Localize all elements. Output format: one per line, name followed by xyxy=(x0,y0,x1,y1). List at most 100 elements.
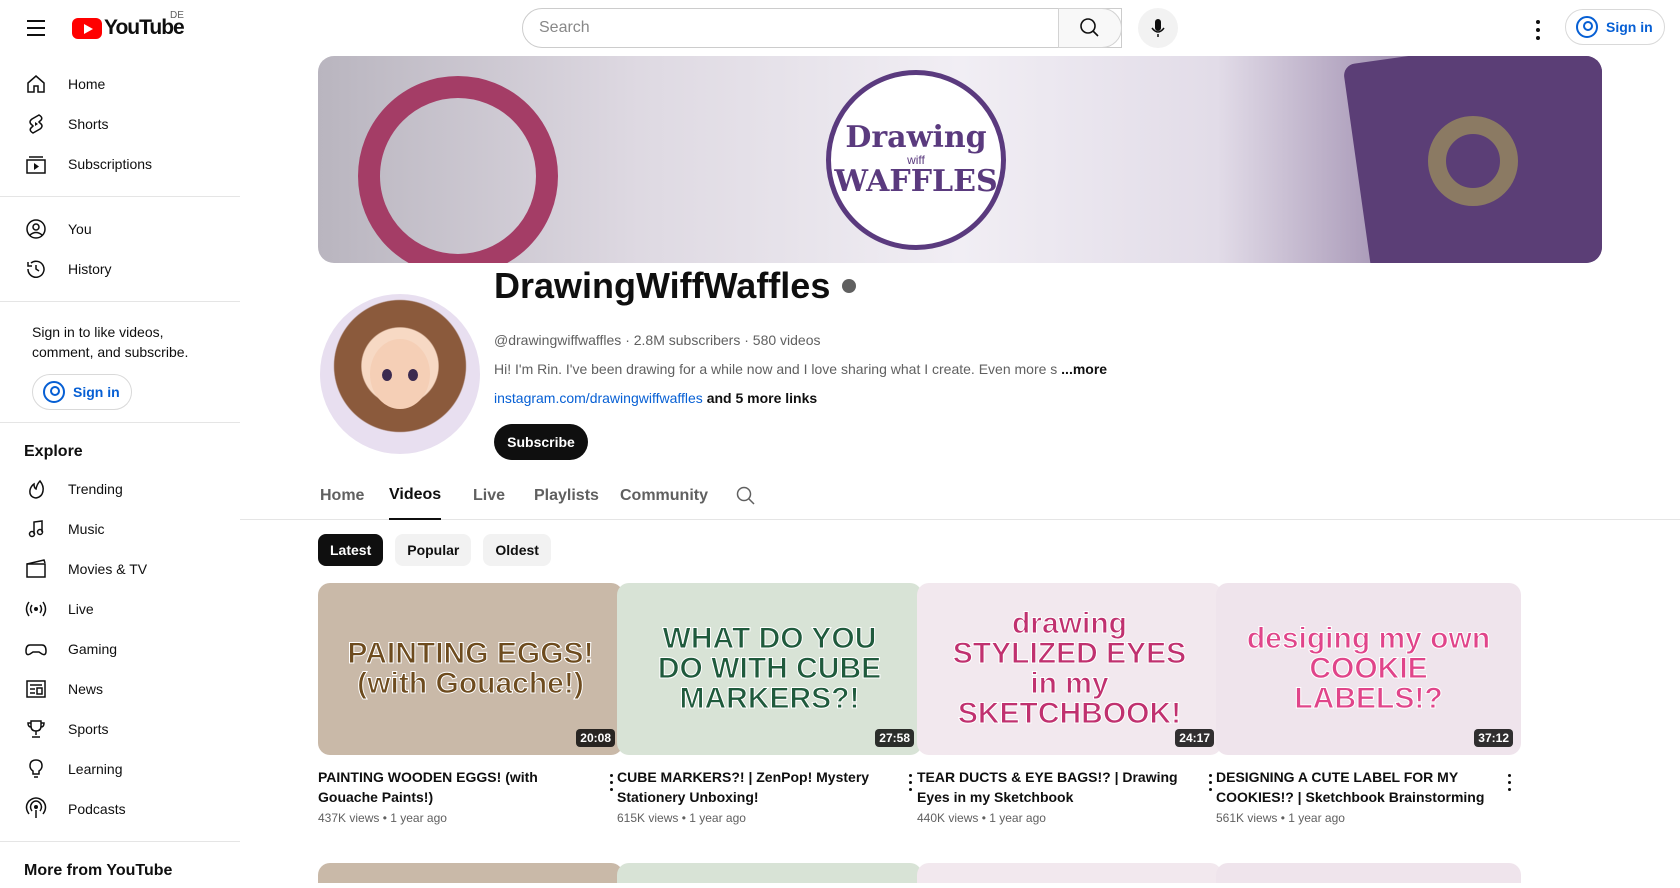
sidebar-item-trending[interactable]: Trending xyxy=(0,469,240,509)
home-icon xyxy=(27,75,45,93)
subscribe-button[interactable]: Subscribe xyxy=(494,424,588,460)
youtube-play-icon xyxy=(72,17,102,39)
tab-community[interactable]: Community xyxy=(620,472,708,520)
video-meta: 437K views • 1 year ago xyxy=(318,811,447,825)
microphone-icon xyxy=(1151,19,1165,37)
sidebar-item-live[interactable]: Live xyxy=(0,589,240,629)
explore-title: Explore xyxy=(24,443,83,460)
sidebar-item-movies-tv[interactable]: Movies & TV xyxy=(0,549,240,589)
sort-chips: Latest Popular Oldest xyxy=(318,534,563,566)
sidebar-item-news[interactable]: News xyxy=(0,669,240,709)
video-card[interactable]: WHAT DO YOU DO WITH CUBE MARKERS?! 27:58 C… xyxy=(617,583,922,825)
sidebar-item-label: Podcasts xyxy=(68,801,126,817)
video-thumbnail-partial[interactable] xyxy=(617,863,922,883)
tab-home[interactable]: Home xyxy=(320,472,364,520)
video-title[interactable]: PAINTING WOODEN EGGS! (with Gouache Pain… xyxy=(318,767,623,807)
sidebar-item-label: News xyxy=(68,681,104,697)
more-links-button[interactable]: and 5 more links xyxy=(707,390,817,406)
video-thumbnail-partial[interactable] xyxy=(318,863,623,883)
more-link[interactable]: ...more xyxy=(1061,361,1107,377)
sidebar: Home Shorts Subscriptions You History Sign … xyxy=(0,56,240,879)
thumbnail-text: drawing STYLIZED EYES in my SKETCHBOOK! xyxy=(952,607,1187,730)
movies-icon xyxy=(26,559,46,578)
divider xyxy=(0,422,240,423)
sidebar-item-label: You xyxy=(68,221,92,237)
video-age: 1 year ago xyxy=(689,811,746,825)
description-text: Hi! I'm Rin. I've been drawing for a whi… xyxy=(494,361,1058,377)
video-thumbnail[interactable]: WHAT DO YOU DO WITH CUBE MARKERS?! 27:58 xyxy=(617,583,922,755)
video-duration: 27:58 xyxy=(875,729,914,747)
channel-meta: @drawingwiffwaffles · 2.8M subscribers ·… xyxy=(494,332,821,348)
sidebar-item-label: Subscriptions xyxy=(68,156,153,172)
chip-popular[interactable]: Popular xyxy=(395,534,472,566)
sidebar-item-music[interactable]: Music xyxy=(0,509,240,549)
youtube-logo[interactable]: YouTube DE xyxy=(72,10,185,39)
video-card[interactable]: PAINTING EGGS! (with Gouache!) 20:08 PAINT… xyxy=(318,583,623,825)
sidebar-item-gaming[interactable]: Gaming xyxy=(0,629,240,669)
channel-name-text: DrawingWiffWaffles xyxy=(494,265,831,306)
tab-videos[interactable]: Videos xyxy=(389,472,442,520)
news-icon xyxy=(26,680,46,698)
video-thumbnail[interactable]: PAINTING EGGS! (with Gouache!) 20:08 xyxy=(318,583,623,755)
video-thumbnail-partial[interactable] xyxy=(1216,863,1521,883)
you-icon xyxy=(26,219,46,239)
thumbnail-text: PAINTING EGGS! (with Gouache!) xyxy=(347,637,594,700)
video-thumbnail[interactable]: desiging my own COOKIE LABELS!? 37:12 xyxy=(1216,583,1521,755)
avatar-face xyxy=(370,339,430,409)
sidebar-item-home[interactable]: Home xyxy=(0,64,240,104)
sidebar-item-label: Live xyxy=(68,601,94,617)
chip-oldest[interactable]: Oldest xyxy=(483,534,551,566)
video-thumbnail-partial[interactable] xyxy=(917,863,1222,883)
banner-logo: Drawing wiff WAFFLES xyxy=(826,70,1006,250)
search-button[interactable] xyxy=(1058,8,1122,48)
sports-icon xyxy=(27,720,45,738)
channel-avatar[interactable] xyxy=(320,294,480,454)
divider xyxy=(0,196,240,197)
sidebar-item-subscriptions[interactable]: Subscriptions xyxy=(0,144,240,184)
video-views: 440K views xyxy=(917,811,979,825)
video-duration: 24:17 xyxy=(1175,729,1214,747)
music-icon xyxy=(28,520,44,538)
video-title[interactable]: DESIGNING A CUTE LABEL FOR MY COOKIES!? … xyxy=(1216,767,1521,807)
sidebar-item-podcasts[interactable]: Podcasts xyxy=(0,789,240,829)
sidebar-item-label: Trending xyxy=(68,481,123,497)
video-title[interactable]: CUBE MARKERS?! | ZenPop! Mystery Station… xyxy=(617,767,922,807)
sidebar-item-you[interactable]: You xyxy=(0,209,240,249)
sidebar-item-label: Music xyxy=(68,521,105,537)
video-meta: 561K views • 1 year ago xyxy=(1216,811,1345,825)
video-menu-icon[interactable] xyxy=(1497,769,1521,793)
settings-kebab-icon[interactable] xyxy=(1522,12,1554,44)
sign-in-button[interactable]: Sign in xyxy=(1565,9,1665,45)
sidebar-item-label: Sports xyxy=(68,721,109,737)
thumbnail-text: WHAT DO YOU DO WITH CUBE MARKERS?! xyxy=(657,622,882,715)
tab-playlists[interactable]: Playlists xyxy=(534,472,599,520)
voice-search-button[interactable] xyxy=(1138,8,1178,48)
sidebar-item-history[interactable]: History xyxy=(0,249,240,289)
sidebar-item-learning[interactable]: Learning xyxy=(0,749,240,789)
search-input[interactable]: Search xyxy=(522,8,1122,48)
video-card[interactable]: drawing STYLIZED EYES in my SKETCHBOOK! 2… xyxy=(917,583,1222,825)
channel-description[interactable]: Hi! I'm Rin. I've been drawing for a whi… xyxy=(494,361,1107,377)
sidebar-item-shorts[interactable]: Shorts xyxy=(0,104,240,144)
masthead: YouTube DE Search Sign in xyxy=(0,0,1680,56)
history-icon xyxy=(27,260,45,278)
video-thumbnail[interactable]: drawing STYLIZED EYES in my SKETCHBOOK! 2… xyxy=(917,583,1222,755)
podcasts-icon xyxy=(25,797,47,818)
video-card[interactable]: desiging my own COOKIE LABELS!? 37:12 DESI… xyxy=(1216,583,1521,825)
more-from-youtube-title: More from YouTube xyxy=(24,862,173,879)
tape-shape xyxy=(1428,116,1518,206)
divider xyxy=(0,301,240,302)
user-icon xyxy=(1576,16,1598,38)
video-title[interactable]: TEAR DUCTS & EYE BAGS!? | Drawing Eyes i… xyxy=(917,767,1222,807)
video-views: 561K views xyxy=(1216,811,1278,825)
sidebar-item-sports[interactable]: Sports xyxy=(0,709,240,749)
avatar-eye xyxy=(408,369,418,381)
chip-latest[interactable]: Latest xyxy=(318,534,384,566)
tab-live[interactable]: Live xyxy=(473,472,505,520)
channel-search-icon[interactable] xyxy=(734,484,758,508)
video-views: 437K views xyxy=(318,811,380,825)
sidebar-sign-in-button[interactable]: Sign in xyxy=(32,374,132,410)
instagram-link[interactable]: instagram.com/drawingwiffwaffles xyxy=(494,390,703,406)
sign-in-label: Sign in xyxy=(1606,19,1653,35)
menu-icon[interactable] xyxy=(20,15,52,41)
